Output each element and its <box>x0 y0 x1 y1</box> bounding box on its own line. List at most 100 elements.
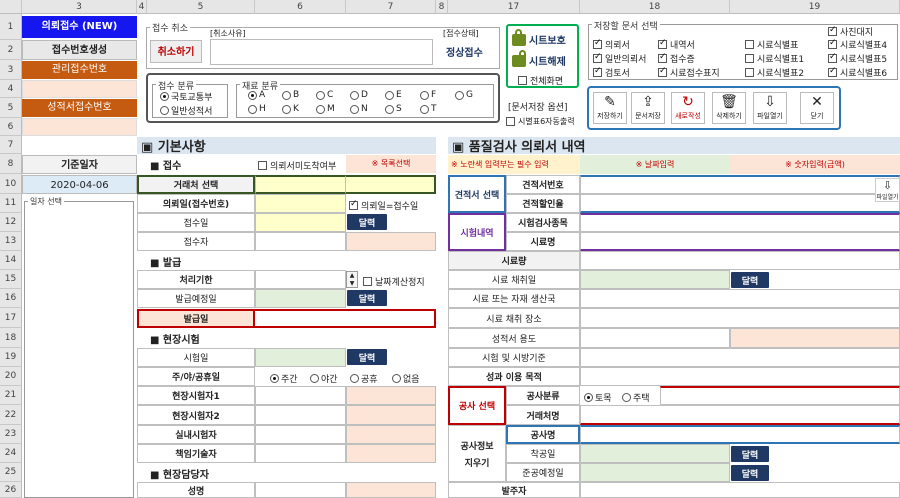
material-radio[interactable]: M <box>316 104 335 114</box>
row-header[interactable]: 13 <box>0 232 22 251</box>
request-date-field[interactable] <box>255 194 346 213</box>
sample-date-calendar-button[interactable]: 달력 <box>731 272 769 288</box>
sample-date-field[interactable] <box>580 270 730 289</box>
doc-checkbox[interactable]: 시료식별표1 <box>745 52 804 65</box>
sample-qty-field[interactable] <box>580 251 900 270</box>
doc-checkbox[interactable]: 시료식별표5 <box>828 52 887 65</box>
corner-cell[interactable] <box>0 0 22 14</box>
row-header[interactable]: 15 <box>0 270 22 289</box>
row-header[interactable]: 8 <box>0 154 22 174</box>
row-header[interactable]: 7 <box>0 136 22 154</box>
issue-date-field[interactable] <box>255 309 436 328</box>
work-type-field[interactable] <box>660 386 900 405</box>
row-header[interactable]: 25 <box>0 463 22 482</box>
client-select-field[interactable] <box>255 175 346 194</box>
end-date-field[interactable] <box>580 463 730 482</box>
col-header-6[interactable]: 6 <box>255 0 346 14</box>
start-date-calendar-button[interactable]: 달력 <box>731 446 769 462</box>
result-use-field[interactable] <box>580 367 900 386</box>
work-name-field[interactable] <box>580 425 900 444</box>
client-name-field[interactable] <box>580 405 900 425</box>
material-radio[interactable]: S <box>385 104 402 114</box>
new-receipt-button[interactable]: 의뢰접수 (NEW) <box>22 16 137 38</box>
row-header[interactable]: 6 <box>0 118 22 136</box>
row-header[interactable]: 5 <box>0 98 22 118</box>
non-arrival-checkbox[interactable]: 의뢰서미도착여부 <box>258 159 336 172</box>
material-radio[interactable]: F <box>420 90 436 100</box>
material-radio[interactable]: A <box>248 90 265 100</box>
delete-button[interactable]: 🗑 삭제하기 <box>712 92 746 124</box>
work-type-radio[interactable]: 주택 <box>622 391 650 404</box>
name-field[interactable] <box>255 482 346 498</box>
col-header-7[interactable]: 7 <box>346 0 436 14</box>
new-button[interactable]: ↻ 새로작성 <box>671 92 705 124</box>
doc-checkbox[interactable]: 의뢰서 <box>593 38 630 51</box>
planned-issue-calendar-button[interactable]: 달력 <box>347 290 387 306</box>
test-date-calendar-button[interactable]: 달력 <box>347 349 387 365</box>
receipt-date-field[interactable] <box>255 213 346 232</box>
day-night-radio[interactable]: 주간 <box>270 372 298 385</box>
stop-calc-checkbox[interactable]: 날짜계산정지 <box>363 275 425 288</box>
doc-checkbox[interactable]: 시료식별표 <box>745 38 798 51</box>
row-header[interactable]: 14 <box>0 251 22 270</box>
sample-origin-field[interactable] <box>580 289 900 308</box>
deadline-field[interactable] <box>255 270 346 289</box>
indoor-tester-field-2[interactable] <box>346 425 436 444</box>
client-select-field-2[interactable] <box>346 175 436 194</box>
generate-number-button[interactable]: 접수번호생성 <box>22 40 137 60</box>
col-header-17[interactable]: 17 <box>448 0 580 14</box>
row-header[interactable]: 11 <box>0 194 22 213</box>
receipt-date-calendar-button[interactable]: 달력 <box>347 214 387 230</box>
work-info-clear[interactable]: 지우기 <box>465 456 490 469</box>
end-date-calendar-button[interactable]: 달력 <box>731 465 769 481</box>
material-radio[interactable]: E <box>385 90 402 100</box>
base-date-value[interactable]: 2020-04-06 <box>22 175 137 194</box>
day-night-radio[interactable]: 공휴 <box>350 372 378 385</box>
planned-issue-field[interactable] <box>255 289 346 308</box>
doc-save-button[interactable]: ⇪ 문서저장 <box>631 92 665 124</box>
col-header-5[interactable]: 5 <box>147 0 255 14</box>
col-header-19[interactable]: 19 <box>730 0 900 14</box>
material-radio[interactable]: D <box>350 90 368 100</box>
material-radio[interactable]: G <box>455 90 473 100</box>
sample-name-field[interactable] <box>580 232 900 251</box>
fullscreen-checkbox[interactable]: 전체화면 <box>518 74 563 87</box>
mgmt-number-field[interactable] <box>22 80 137 98</box>
doc-checkbox[interactable]: 시료식별표2 <box>745 66 804 79</box>
cancel-reason-input[interactable] <box>210 39 433 65</box>
deadline-spinner[interactable]: ▲ ▼ <box>346 271 358 288</box>
row-header[interactable]: 23 <box>0 425 22 444</box>
start-date-field[interactable] <box>580 444 730 463</box>
col-header-4[interactable]: 4 <box>137 0 147 14</box>
day-night-radio[interactable]: 야간 <box>310 372 338 385</box>
material-radio[interactable]: K <box>282 104 299 114</box>
estimate-no-field[interactable] <box>580 175 900 194</box>
report-use-field[interactable] <box>580 328 730 348</box>
doc-checkbox[interactable]: 접수증 <box>658 52 695 65</box>
sample-place-field[interactable] <box>580 308 900 328</box>
material-radio[interactable]: C <box>316 90 333 100</box>
row-header[interactable]: 18 <box>0 328 22 348</box>
row-header[interactable]: 20 <box>0 367 22 386</box>
indoor-tester-field[interactable] <box>255 425 346 444</box>
save-button[interactable]: ✎ 저장하기 <box>593 92 627 124</box>
row-header[interactable]: 12 <box>0 213 22 232</box>
doc-checkbox[interactable]: 사진대지 <box>828 25 873 38</box>
report-use-field-2[interactable] <box>730 328 900 348</box>
row-header[interactable]: 19 <box>0 348 22 367</box>
doc-checkbox[interactable]: 시료접수표지 <box>658 66 720 79</box>
doc-checkbox[interactable]: 시료식별표4 <box>828 38 887 51</box>
test-date-field[interactable] <box>255 348 346 367</box>
material-radio[interactable]: N <box>350 104 368 114</box>
receipt-category-radio[interactable]: 국토교통부 <box>160 90 212 103</box>
day-night-radio[interactable]: 없음 <box>392 372 420 385</box>
estimate-discount-field[interactable] <box>580 194 900 213</box>
cancel-button[interactable]: 취소하기 <box>150 40 202 63</box>
material-radio[interactable]: B <box>282 90 299 100</box>
col-header-18[interactable]: 18 <box>580 0 730 14</box>
report-number-field[interactable] <box>22 118 137 136</box>
col-header-8[interactable]: 8 <box>436 0 448 14</box>
doc-checkbox[interactable]: 일반의뢰서 <box>593 52 646 65</box>
material-radio[interactable]: H <box>248 104 266 114</box>
col-header-3[interactable]: 3 <box>22 0 137 14</box>
